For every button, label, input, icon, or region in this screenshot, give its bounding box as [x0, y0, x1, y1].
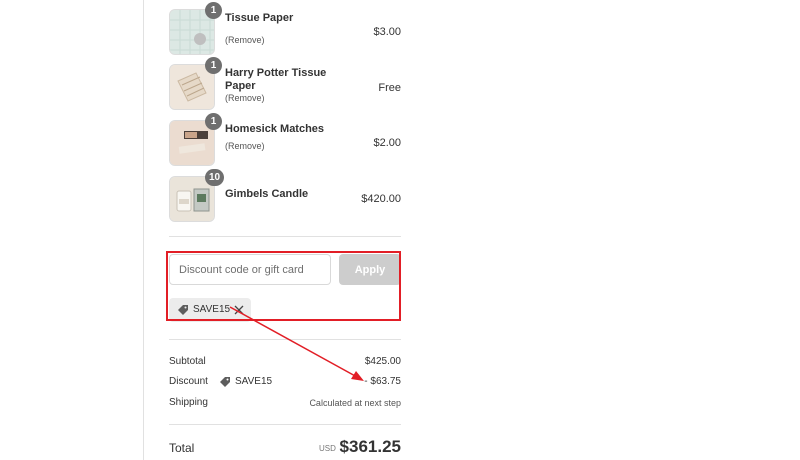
quantity-badge: 10 [205, 169, 225, 186]
divider [169, 236, 401, 237]
item-name: Harry Potter Tissue Paper [225, 67, 327, 92]
tag-icon [178, 305, 188, 315]
item-name: Homesick Matches [225, 123, 325, 135]
item-price: $2.00 [373, 137, 401, 149]
subtotal-value: $425.00 [364, 356, 401, 367]
apply-button[interactable]: Apply [339, 254, 401, 285]
close-icon[interactable] [233, 304, 245, 316]
discount-value: - $63.75 [364, 376, 401, 387]
item-price: Free [378, 82, 401, 94]
item-name: Tissue Paper [225, 12, 294, 24]
quantity-badge: 1 [205, 113, 222, 130]
total-label: Total [169, 441, 195, 455]
divider [169, 424, 401, 425]
shipping-label: Shipping [169, 397, 208, 408]
column-divider [143, 0, 144, 460]
cart-item: 1 Harry Potter Tissue Paper (Remove) Fre… [169, 57, 401, 110]
applied-code-label: SAVE15 [193, 304, 231, 315]
quantity-badge: 1 [205, 57, 222, 74]
cart-item: 10 Gimbels Candle $420.00 [169, 169, 401, 222]
applied-discount-tag: SAVE15 [169, 298, 251, 322]
cart-item: 1 Tissue Paper (Remove) $3.00 [169, 2, 401, 55]
currency-code: USD [319, 444, 336, 453]
remove-link[interactable]: (Remove) [225, 141, 265, 151]
item-price: $420.00 [361, 193, 401, 205]
remove-link[interactable]: (Remove) [225, 35, 265, 45]
item-name: Gimbels Candle [225, 188, 309, 200]
tag-icon [220, 377, 230, 387]
subtotal-label: Subtotal [169, 356, 206, 367]
divider [169, 339, 401, 340]
discount-code-text: SAVE15 [235, 376, 273, 387]
item-price: $3.00 [373, 26, 401, 38]
discount-label: Discount [169, 376, 208, 387]
cart-item: 1 Homesick Matches (Remove) $2.00 [169, 113, 401, 166]
quantity-badge: 1 [205, 2, 222, 19]
total-value: $361.25 [339, 437, 401, 456]
shipping-value: Calculated at next step [309, 398, 401, 408]
discount-code-input[interactable] [169, 254, 331, 285]
remove-link[interactable]: (Remove) [225, 93, 265, 103]
